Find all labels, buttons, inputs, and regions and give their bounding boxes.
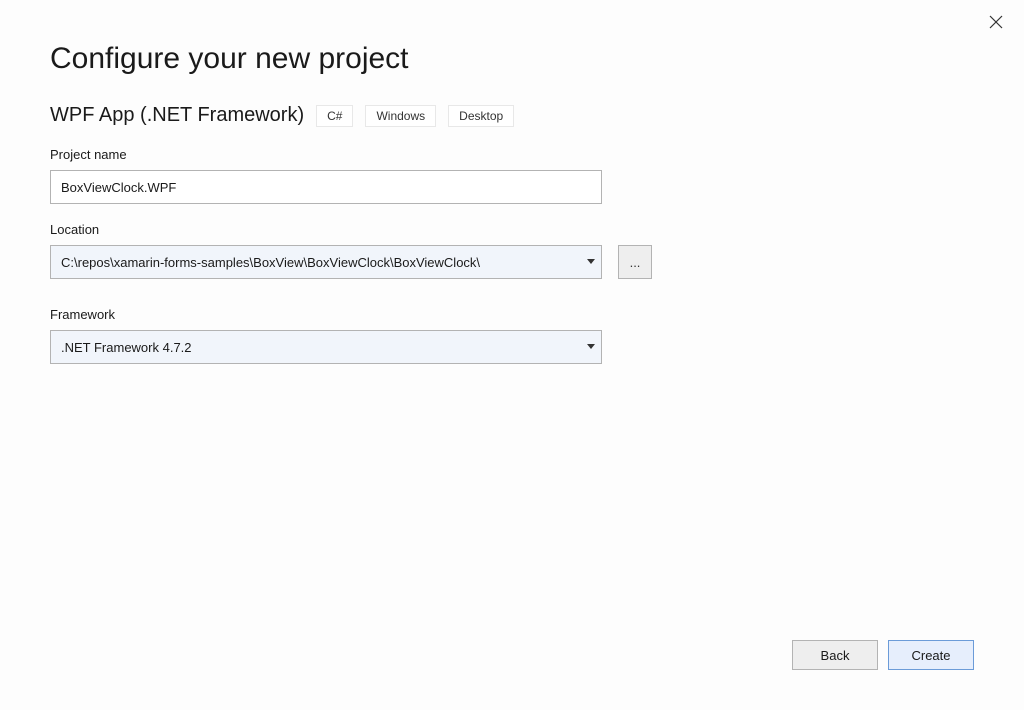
- subtitle-row: WPF App (.NET Framework) C# Windows Desk…: [50, 104, 974, 127]
- browse-button[interactable]: ...: [618, 245, 652, 279]
- location-label: Location: [50, 222, 974, 237]
- framework-group: Framework .NET Framework 4.7.2: [50, 307, 974, 364]
- main-content: Configure your new project WPF App (.NET…: [0, 0, 1024, 364]
- location-group: Location C:\repos\xamarin-forms-samples\…: [50, 222, 974, 279]
- project-type-label: WPF App (.NET Framework): [50, 104, 304, 127]
- project-name-input[interactable]: [50, 170, 602, 204]
- chevron-down-icon: [581, 331, 601, 363]
- project-name-label: Project name: [50, 147, 974, 162]
- tag-windows: Windows: [365, 105, 436, 127]
- back-button[interactable]: Back: [792, 640, 878, 670]
- create-button[interactable]: Create: [888, 640, 974, 670]
- location-row: C:\repos\xamarin-forms-samples\BoxView\B…: [50, 245, 974, 279]
- page-title: Configure your new project: [50, 42, 974, 76]
- footer-buttons: Back Create: [792, 640, 974, 670]
- chevron-down-icon: [581, 246, 601, 278]
- location-combobox[interactable]: C:\repos\xamarin-forms-samples\BoxView\B…: [50, 245, 602, 279]
- close-icon: [989, 15, 1003, 29]
- browse-label: ...: [630, 255, 641, 270]
- framework-value: .NET Framework 4.7.2: [51, 340, 581, 355]
- tag-csharp: C#: [316, 105, 353, 127]
- framework-label: Framework: [50, 307, 974, 322]
- framework-combobox[interactable]: .NET Framework 4.7.2: [50, 330, 602, 364]
- tag-desktop: Desktop: [448, 105, 514, 127]
- close-button[interactable]: [986, 12, 1006, 32]
- project-name-group: Project name: [50, 147, 974, 204]
- location-value: C:\repos\xamarin-forms-samples\BoxView\B…: [51, 255, 581, 270]
